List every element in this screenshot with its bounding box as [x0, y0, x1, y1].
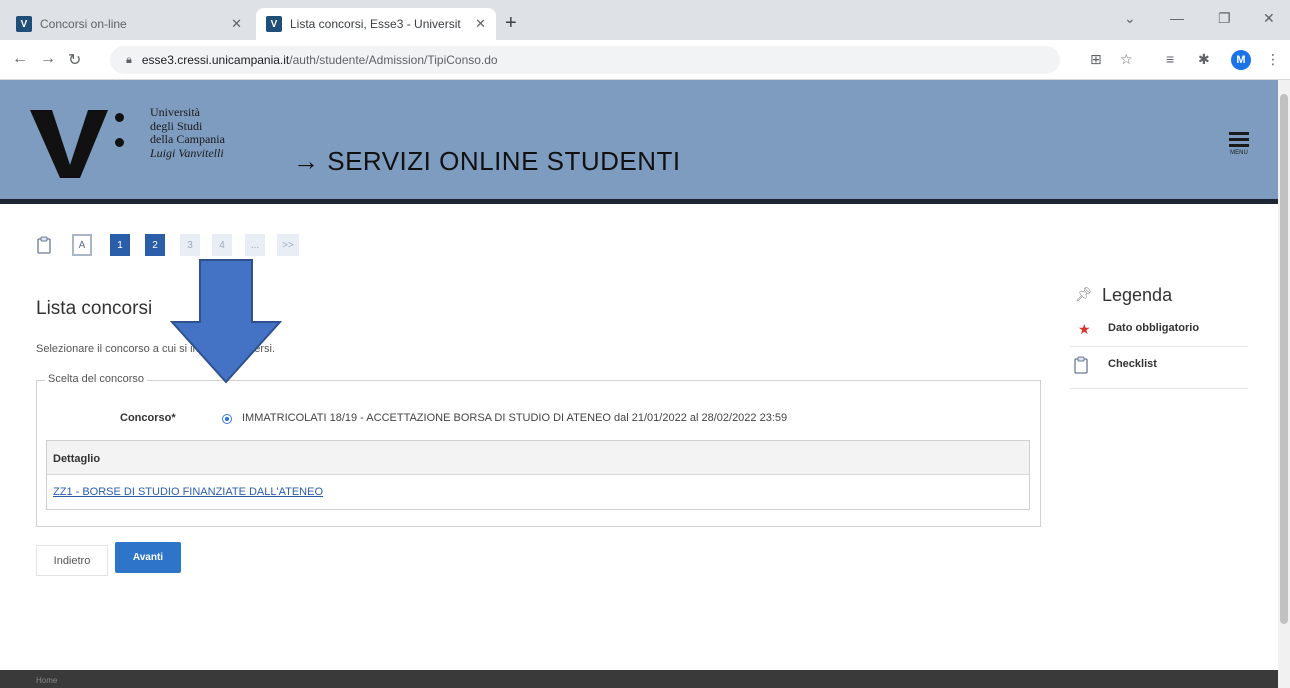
browser-tab-lista[interactable]: V Lista concorsi, Esse3 - Universit ✕	[256, 8, 496, 40]
page-link-next[interactable]: >>	[277, 234, 299, 256]
concorso-radio[interactable]	[222, 414, 232, 424]
bookmark-star-icon[interactable]: ☆	[1120, 51, 1133, 68]
detail-header-label: Dettaglio	[53, 453, 101, 465]
page-link-2[interactable]: 2	[145, 234, 165, 256]
close-icon[interactable]: ✕	[475, 16, 486, 32]
restore-icon[interactable]: ❐	[1218, 10, 1231, 27]
back-arrow-icon[interactable]: ←	[12, 50, 28, 68]
page-link-a[interactable]: A	[72, 234, 92, 256]
menu-label: MENU	[1230, 150, 1248, 156]
tab-search-icon[interactable]: ⌄	[1124, 10, 1136, 27]
menu-icon-bar	[1229, 138, 1249, 141]
page-link-3[interactable]: 3	[180, 234, 200, 256]
concorso-option-label[interactable]: IMMATRICOLATI 18/19 - ACCETTAZIONE BORSA…	[242, 412, 787, 424]
lock-icon: 🔒︎	[126, 53, 132, 66]
uni-name-line: Luigi Vanvitelli	[150, 145, 224, 160]
page-title: Lista concorsi	[36, 298, 153, 319]
profile-avatar[interactable]: M	[1231, 50, 1251, 70]
kebab-menu-icon[interactable]: ⋮	[1266, 51, 1280, 68]
page-link-4[interactable]: 4	[212, 234, 232, 256]
checklist-icon[interactable]	[36, 236, 52, 254]
forward-arrow-icon[interactable]: →	[40, 50, 56, 68]
fieldset-legend: Scelta del concorso	[45, 373, 147, 385]
tab-title: Concorsi on-line	[40, 17, 127, 31]
url-host: esse3.cressi.unicampania.it	[141, 53, 290, 67]
uni-name-line: Università	[150, 105, 200, 119]
url-path: /auth/studente/Admission/TipiConso.do	[289, 53, 498, 67]
checklist-icon	[1074, 356, 1088, 374]
hamburger-menu-button[interactable]: MENU	[1228, 132, 1250, 156]
extensions-icon[interactable]: ✱	[1198, 51, 1210, 68]
back-button[interactable]: Indietro	[36, 545, 108, 576]
page-link-ellipsis[interactable]: ...	[245, 234, 265, 256]
legend-item-label: Checklist	[1108, 358, 1157, 370]
uni-name-line: degli Studi	[150, 118, 203, 133]
close-icon[interactable]: ✕	[231, 16, 242, 32]
page-scrollbar[interactable]	[1278, 80, 1290, 688]
page-link-1[interactable]: 1	[110, 234, 130, 256]
university-name: Università degli Studi della Campania Lu…	[150, 105, 225, 160]
minimize-icon[interactable]: —	[1170, 10, 1184, 26]
concorso-label: Concorso*	[120, 412, 176, 424]
university-logo-icon[interactable]	[30, 110, 110, 180]
uni-name-line: della Campania	[150, 132, 225, 146]
menu-icon-bar	[1229, 144, 1249, 147]
detail-table: Dettaglio ZZ1 - BORSE DI STUDIO FINANZIA…	[46, 440, 1030, 510]
legend-item-required: ★ Dato obbligatorio	[1070, 312, 1248, 347]
scrollbar-thumb[interactable]	[1280, 94, 1288, 624]
reading-list-icon[interactable]: ≡	[1166, 51, 1174, 67]
browser-toolbar: ← → ↻ 🔒︎ esse3.cressi.unicampania.it /au…	[0, 40, 1290, 80]
reload-icon[interactable]: ↻	[68, 50, 81, 70]
header-divider	[0, 199, 1278, 204]
university-favicon-icon: V	[16, 16, 32, 32]
portal-title: → SERVIZI ONLINE STUDENTI	[293, 146, 681, 176]
menu-icon-bar	[1229, 132, 1249, 135]
address-bar[interactable]: 🔒︎ esse3.cressi.unicampania.it /auth/stu…	[110, 46, 1060, 74]
legend-title: Legenda	[1102, 285, 1173, 305]
annotation-arrow-icon	[170, 259, 282, 384]
tab-title: Lista concorsi, Esse3 - Universit	[290, 17, 461, 31]
browser-tabbar: V Concorsi on-line ✕ V Lista concorsi, E…	[0, 0, 1290, 40]
footer-text[interactable]: Home	[36, 676, 57, 685]
pin-icon: 📌︎	[1075, 286, 1093, 302]
logo-dot	[115, 138, 124, 147]
translate-icon[interactable]: ⊞	[1090, 51, 1102, 68]
detail-table-header: Dettaglio	[47, 441, 1029, 475]
detail-link[interactable]: ZZ1 - BORSE DI STUDIO FINANZIATE DALL'AT…	[53, 486, 323, 498]
next-button[interactable]: Avanti	[115, 542, 181, 573]
required-star-icon: ★	[1078, 321, 1091, 337]
page-footer: Home	[0, 670, 1278, 688]
logo-dot	[115, 113, 124, 122]
new-tab-button[interactable]: +	[505, 12, 517, 35]
legend-item-label: Dato obbligatorio	[1108, 322, 1200, 334]
university-favicon-icon: V	[266, 16, 282, 32]
browser-tab-concorsi[interactable]: V Concorsi on-line ✕	[6, 8, 252, 40]
legend-item-checklist: Checklist	[1070, 346, 1248, 389]
window-close-icon[interactable]: ✕	[1263, 10, 1275, 27]
